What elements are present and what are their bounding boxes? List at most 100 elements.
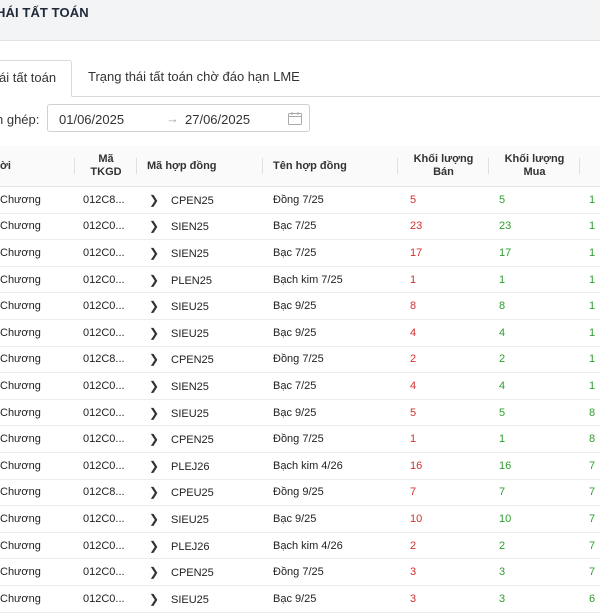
chevron-right-icon[interactable]: ❯ xyxy=(149,379,171,393)
chevron-right-icon[interactable]: ❯ xyxy=(149,219,171,233)
cell-contract-code: ❯ CPEN25 xyxy=(137,425,263,453)
tab-settlement-status[interactable]: ái tất toán xyxy=(0,60,72,97)
date-filter-label: n ghép: xyxy=(0,112,40,127)
cell-next-column: 1 xyxy=(580,292,600,320)
chevron-right-icon[interactable]: ❯ xyxy=(149,406,171,420)
cell-contract-code: ❯ SIEU25 xyxy=(137,399,263,427)
cell-next-column: 1 xyxy=(580,239,600,267)
chevron-right-icon[interactable]: ❯ xyxy=(149,485,171,499)
cell-account-code: 012C0... xyxy=(75,213,137,241)
column-header-sell-volume: Khối lượng Bán xyxy=(398,146,489,187)
cell-customer-name: Chương xyxy=(0,532,75,560)
contract-code-text: SIEU25 xyxy=(171,407,209,420)
cell-contract-name: Đồng 7/25 xyxy=(263,346,398,374)
cell-contract-code: ❯ SIEU25 xyxy=(137,585,263,613)
chevron-right-icon[interactable]: ❯ xyxy=(149,539,171,553)
chevron-right-icon[interactable]: ❯ xyxy=(149,592,171,606)
chevron-right-icon[interactable]: ❯ xyxy=(149,193,171,207)
column-header-contract-code: Mã hợp đồng xyxy=(137,146,263,187)
cell-next-column: 1 xyxy=(580,186,600,214)
chevron-right-icon[interactable]: ❯ xyxy=(149,512,171,526)
cell-buy-volume: 7 xyxy=(489,479,580,507)
cell-next-column: 1 xyxy=(580,319,600,347)
cell-contract-code: ❯ PLEN25 xyxy=(137,266,263,294)
cell-next-column: 1 xyxy=(580,346,600,374)
contract-code-text: SIEU25 xyxy=(171,327,209,340)
date-from-input[interactable]: 01/06/2025 xyxy=(59,112,124,127)
cell-contract-code: ❯ SIEN25 xyxy=(137,213,263,241)
range-arrow-icon: → xyxy=(166,111,179,126)
cell-account-code: 012C0... xyxy=(75,266,137,294)
cell-contract-name: Bạc 9/25 xyxy=(263,505,398,533)
table-header-row: ời Mã TKGD Mã hợp đồng Tên hợp đồng Khối … xyxy=(0,146,600,187)
table-row[interactable]: Chương 012C0... ❯ PLEJ26 Bạch kim 4/26 16 16 7 xyxy=(0,452,600,480)
chevron-right-icon[interactable]: ❯ xyxy=(149,246,171,260)
cell-next-column: 8 xyxy=(580,399,600,427)
cell-contract-code: ❯ SIEU25 xyxy=(137,319,263,347)
column-header-name: ời xyxy=(0,146,75,187)
table-row[interactable]: Chương 012C0... ❯ CPEN25 Đồng 7/25 1 1 8 xyxy=(0,425,600,453)
cell-buy-volume: 3 xyxy=(489,585,580,613)
cell-sell-volume: 2 xyxy=(398,346,489,374)
cell-customer-name: Chương xyxy=(0,479,75,507)
table-row[interactable]: Chương 012C0... ❯ SIEN25 Bạc 7/25 23 23 1 xyxy=(0,213,600,241)
table-row[interactable]: Chương 012C0... ❯ SIEU25 Bạc 9/25 8 8 1 xyxy=(0,292,600,320)
chevron-right-icon[interactable]: ❯ xyxy=(149,326,171,340)
table-row[interactable]: Chương 012C0... ❯ CPEN25 Đồng 7/25 3 3 7 xyxy=(0,558,600,586)
table-row[interactable]: Chương 012C0... ❯ PLEJ26 Bạch kim 4/26 2 2 7 xyxy=(0,532,600,560)
cell-contract-name: Bạc 7/25 xyxy=(263,239,398,267)
chevron-right-icon[interactable]: ❯ xyxy=(149,565,171,579)
cell-account-code: 012C0... xyxy=(75,425,137,453)
cell-customer-name: Chương xyxy=(0,585,75,613)
cell-contract-code: ❯ PLEJ26 xyxy=(137,452,263,480)
cell-customer-name: Chương xyxy=(0,266,75,294)
table-row[interactable]: Chương 012C0... ❯ SIEU25 Bạc 9/25 10 10 7 xyxy=(0,505,600,533)
contract-code-text: CPEN25 xyxy=(171,434,214,447)
cell-sell-volume: 2 xyxy=(398,532,489,560)
chevron-right-icon[interactable]: ❯ xyxy=(149,459,171,473)
table-row[interactable]: Chương 012C0... ❯ SIEU25 Bạc 9/25 3 3 6 xyxy=(0,585,600,613)
cell-customer-name: Chương xyxy=(0,558,75,586)
cell-next-column: 1 xyxy=(580,266,600,294)
cell-buy-volume: 8 xyxy=(489,292,580,320)
cell-customer-name: Chương xyxy=(0,346,75,374)
contract-code-text: CPEN25 xyxy=(171,354,214,367)
cell-account-code: 012C0... xyxy=(75,399,137,427)
cell-contract-name: Đồng 9/25 xyxy=(263,479,398,507)
chevron-right-icon[interactable]: ❯ xyxy=(149,273,171,287)
table-row[interactable]: Chương 012C0... ❯ SIEN25 Bạc 7/25 17 17 1 xyxy=(0,239,600,267)
chevron-right-icon[interactable]: ❯ xyxy=(149,352,171,366)
cell-contract-name: Bạc 9/25 xyxy=(263,292,398,320)
table-row[interactable]: Chương 012C8... ❯ CPEU25 Đồng 9/25 7 7 7 xyxy=(0,479,600,507)
contract-code-text: SIEN25 xyxy=(171,380,209,393)
chevron-right-icon[interactable]: ❯ xyxy=(149,299,171,313)
cell-customer-name: Chương xyxy=(0,452,75,480)
calendar-icon[interactable] xyxy=(288,112,302,125)
cell-account-code: 012C0... xyxy=(75,372,137,400)
table-body: Chương 012C8... ❯ CPEN25 Đồng 7/25 5 5 1 Chương 0… xyxy=(0,186,600,613)
table-row[interactable]: Chương 012C8... ❯ CPEN25 Đồng 7/25 2 2 1 xyxy=(0,346,600,374)
cell-customer-name: Chương xyxy=(0,186,75,214)
table-row[interactable]: Chương 012C0... ❯ SIEU25 Bạc 9/25 4 4 1 xyxy=(0,319,600,347)
tab-settlement-pending-lme[interactable]: Trạng thái tất toán chờ đáo hạn LME xyxy=(88,60,300,96)
cell-next-column: 7 xyxy=(580,479,600,507)
cell-buy-volume: 17 xyxy=(489,239,580,267)
cell-account-code: 012C0... xyxy=(75,505,137,533)
cell-sell-volume: 1 xyxy=(398,266,489,294)
date-range-picker[interactable]: 01/06/2025 → 27/06/2025 xyxy=(47,104,310,132)
chevron-right-icon[interactable]: ❯ xyxy=(149,432,171,446)
cell-sell-volume: 5 xyxy=(398,399,489,427)
table-row[interactable]: Chương 012C0... ❯ PLEN25 Bạch kim 7/25 1 1 1 xyxy=(0,266,600,294)
cell-next-column: 7 xyxy=(580,505,600,533)
table-row[interactable]: Chương 012C0... ❯ SIEU25 Bạc 9/25 5 5 8 xyxy=(0,399,600,427)
date-to-input[interactable]: 27/06/2025 xyxy=(185,112,250,127)
cell-buy-volume: 2 xyxy=(489,532,580,560)
table-row[interactable]: Chương 012C8... ❯ CPEN25 Đồng 7/25 5 5 1 xyxy=(0,186,600,214)
cell-customer-name: Chương xyxy=(0,372,75,400)
cell-buy-volume: 1 xyxy=(489,266,580,294)
cell-customer-name: Chương xyxy=(0,425,75,453)
contract-code-text: PLEN25 xyxy=(171,274,212,287)
cell-account-code: 012C0... xyxy=(75,532,137,560)
cell-contract-name: Bạch kim 4/26 xyxy=(263,532,398,560)
table-row[interactable]: Chương 012C0... ❯ SIEN25 Bạc 7/25 4 4 1 xyxy=(0,372,600,400)
